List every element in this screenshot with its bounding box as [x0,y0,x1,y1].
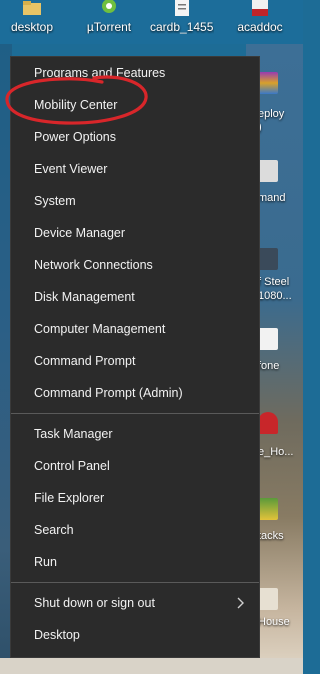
menu-item-desktop[interactable]: Desktop [11,619,259,651]
chevron-right-icon [237,597,244,609]
desktop-icon-label: µTorrent [86,20,132,34]
menu-item-search[interactable]: Search [11,514,259,546]
menu-item-run[interactable]: Run [11,546,259,578]
desktop-icon-label: eploy [258,108,285,120]
menu-item-label: Shut down or sign out [34,596,155,610]
menu-item-task-manager[interactable]: Task Manager [11,418,259,450]
menu-item-command-prompt-admin[interactable]: Command Prompt (Admin) [11,377,259,409]
game-icon[interactable] [258,498,278,520]
menu-item-computer-management[interactable]: Computer Management [11,313,259,345]
menu-item-shut-down-or-sign-out[interactable]: Shut down or sign out [11,587,259,619]
menu-item-system[interactable]: System [11,185,259,217]
document-icon [175,0,189,16]
desktop-icon-label: House [258,616,290,628]
desktop-shortcut-cardb[interactable]: cardb_1455... [150,0,214,40]
menu-item-power-options[interactable]: Power Options [11,121,259,153]
menu-item-event-viewer[interactable]: Event Viewer [11,153,259,185]
desktop-icon-label: fone [258,360,280,372]
document-icon[interactable] [258,328,278,350]
app-shortcut-icon[interactable] [258,412,278,434]
desktop-icon-label: 1080... [258,290,292,302]
shortcut-icon[interactable] [258,160,278,182]
desktop-icon-label: tacks [258,530,284,542]
archive-icon[interactable] [258,72,278,94]
menu-item-control-panel[interactable]: Control Panel [11,450,259,482]
folder-icon [23,1,41,15]
menu-item-programs-and-features[interactable]: Programs and Features [11,57,259,89]
winx-power-user-menu: Programs and Features Mobility Center Po… [10,56,260,658]
menu-item-device-manager[interactable]: Device Manager [11,217,259,249]
menu-item-network-connections[interactable]: Network Connections [11,249,259,281]
desktop-shortcut-utorrent[interactable]: µTorrent [77,0,141,40]
desktop-icon-label: cardb_1455... [150,20,214,34]
menu-separator [11,413,259,414]
menu-item-disk-management[interactable]: Disk Management [11,281,259,313]
desktop-icon-label: f Steel [258,276,290,288]
utorrent-icon [102,0,116,13]
desktop-icon-label: e_Ho... [258,446,294,458]
menu-item-command-prompt[interactable]: Command Prompt [11,345,259,377]
desktop-icon-label: mand [258,192,286,204]
menu-item-file-explorer[interactable]: File Explorer [11,482,259,514]
menu-item-mobility-center[interactable]: Mobility Center [11,89,259,121]
desktop-icon-label: acaddoc [237,20,283,34]
desktop-shortcut-desktop[interactable]: desktop [0,0,64,40]
lsp-file-icon [252,0,268,16]
desktop-icon-label: desktop [10,20,54,34]
image-file-icon[interactable] [258,248,278,270]
desktop-shortcut-acaddoc[interactable]: acaddoc [228,0,292,40]
app-shortcut-icon[interactable] [258,588,278,610]
wallpaper-bottom [0,658,303,674]
menu-separator [11,582,259,583]
